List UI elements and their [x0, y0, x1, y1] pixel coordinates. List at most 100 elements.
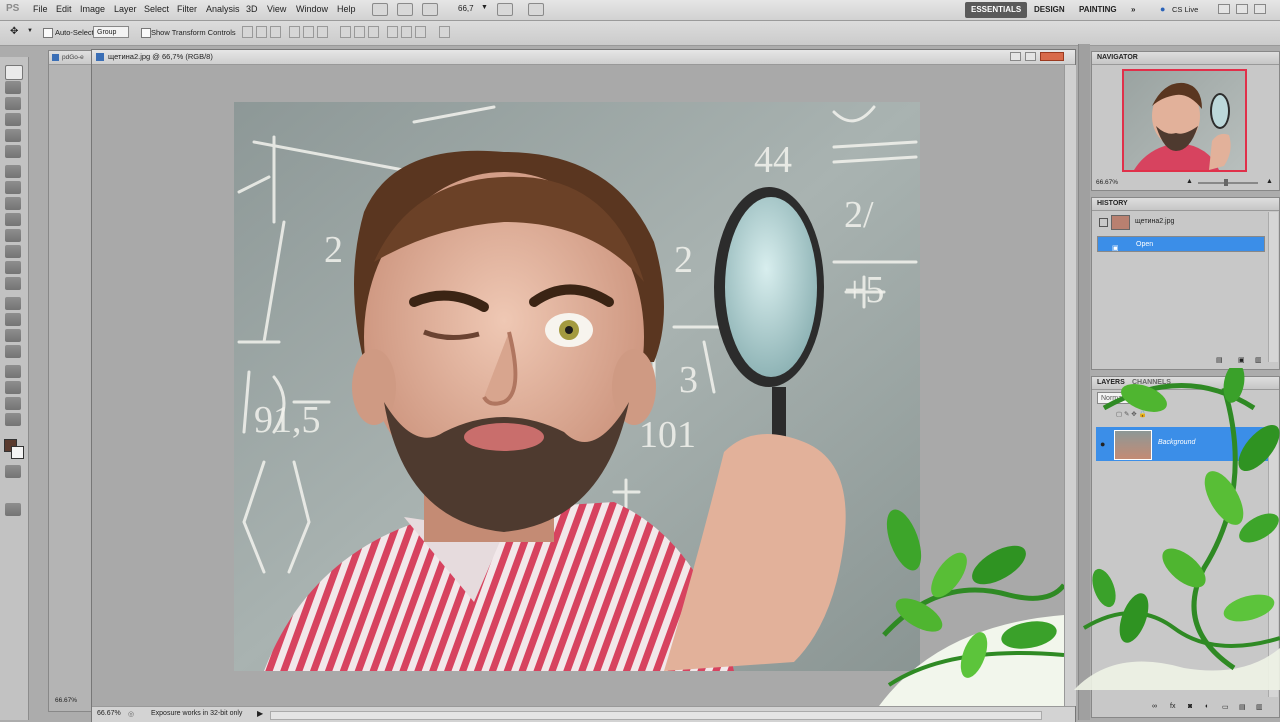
- align-bottom-icon[interactable]: [270, 26, 281, 38]
- history-brush-tool-icon[interactable]: [5, 213, 21, 226]
- distribute-bottom-icon[interactable]: [368, 26, 379, 38]
- zoom-field[interactable]: 66.67%: [97, 710, 121, 717]
- show-transform-checkbox[interactable]: [141, 28, 151, 38]
- menu-filter[interactable]: Filter: [177, 4, 197, 14]
- background-document-tab[interactable]: pdGo-e: [49, 51, 94, 65]
- document-image[interactable]: 44 2/2 3 91,5 101 2 +5: [234, 102, 920, 671]
- eyedropper-tool-icon[interactable]: [5, 145, 21, 158]
- 3d-orbit-tool-icon[interactable]: [5, 381, 21, 394]
- distribute-right-icon[interactable]: [415, 26, 426, 38]
- align-right-icon[interactable]: [317, 26, 328, 38]
- distribute-top-icon[interactable]: [340, 26, 351, 38]
- launch-bridge-icon[interactable]: [372, 3, 388, 16]
- canvas-area[interactable]: 44 2/2 3 91,5 101 2 +5: [92, 65, 1064, 706]
- navigator-panel-header[interactable]: NAVIGATOR: [1092, 52, 1279, 65]
- align-left-icon[interactable]: [289, 26, 300, 38]
- quick-mask-icon[interactable]: [5, 465, 21, 478]
- navigator-zoom-slider[interactable]: [1198, 182, 1258, 184]
- auto-select-checkbox[interactable]: [43, 28, 53, 38]
- history-snapshot-row[interactable]: щетина2.jpg: [1097, 214, 1265, 230]
- menu-analysis[interactable]: Analysis: [206, 4, 240, 14]
- align-top-icon[interactable]: [242, 26, 253, 38]
- workspace-essentials[interactable]: ESSENTIALS: [965, 2, 1028, 18]
- distribute-hcenter-icon[interactable]: [401, 26, 412, 38]
- distribute-vcenter-icon[interactable]: [354, 26, 365, 38]
- hand-tool-icon[interactable]: [5, 397, 21, 410]
- status-menu-arrow-icon[interactable]: ▶: [257, 709, 263, 718]
- close-app-button[interactable]: [1254, 4, 1266, 14]
- tool-preset-dropdown-icon[interactable]: ▼: [27, 28, 33, 34]
- restore-app-button[interactable]: [1236, 4, 1248, 14]
- navigator-thumbnail[interactable]: [1122, 69, 1247, 172]
- path-selection-tool-icon[interactable]: [5, 329, 21, 342]
- crop-tool-icon[interactable]: [5, 129, 21, 142]
- auto-align-icon[interactable]: [439, 26, 450, 38]
- move-tool-icon[interactable]: ✥: [10, 26, 18, 37]
- background-color-swatch[interactable]: [11, 446, 24, 459]
- minimize-app-button[interactable]: [1218, 4, 1230, 14]
- more-workspaces-icon[interactable]: »: [1125, 2, 1141, 18]
- add-mask-icon[interactable]: ◙: [1188, 703, 1192, 710]
- quick-selection-tool-icon[interactable]: [5, 113, 21, 126]
- navigator-zoom-field[interactable]: 66.67%: [1096, 179, 1118, 186]
- cs-live-button[interactable]: CS Live: [1172, 5, 1198, 14]
- new-group-icon[interactable]: ▭: [1222, 703, 1229, 711]
- align-vcenter-icon[interactable]: [256, 26, 267, 38]
- type-tool-icon[interactable]: [5, 313, 21, 326]
- align-hcenter-icon[interactable]: [303, 26, 314, 38]
- mini-bridge-icon[interactable]: [397, 3, 413, 16]
- view-extras-icon[interactable]: [422, 3, 438, 16]
- screen-mode-icon[interactable]: [528, 3, 544, 16]
- workspace-design[interactable]: DESIGN: [1028, 2, 1071, 18]
- layer-style-icon[interactable]: fx: [1170, 703, 1175, 710]
- shape-tool-icon[interactable]: [5, 345, 21, 358]
- screen-mode-icon[interactable]: [5, 503, 21, 516]
- move-tool-icon[interactable]: [5, 65, 23, 80]
- zoom-level-select[interactable]: 66,7: [458, 4, 474, 13]
- menu-help[interactable]: Help: [337, 4, 356, 14]
- restore-document-button[interactable]: [1025, 52, 1036, 61]
- new-document-from-state-icon[interactable]: ▤: [1216, 356, 1223, 364]
- history-state-row[interactable]: ▣ Open: [1097, 236, 1265, 252]
- menu-file[interactable]: File: [33, 4, 48, 14]
- horizontal-scrollbar[interactable]: [270, 711, 1042, 720]
- distribute-left-icon[interactable]: [387, 26, 398, 38]
- document-title-bar[interactable]: щетина2.jpg @ 66,7% (RGB/8): [92, 50, 1075, 65]
- menu-layer[interactable]: Layer: [114, 4, 137, 14]
- minimize-document-button[interactable]: [1010, 52, 1021, 61]
- link-layers-icon[interactable]: ∞: [1152, 703, 1157, 710]
- lasso-tool-icon[interactable]: [5, 97, 21, 110]
- eraser-tool-icon[interactable]: [5, 229, 21, 242]
- zoom-tool-icon[interactable]: [5, 413, 21, 426]
- blur-tool-icon[interactable]: [5, 261, 21, 274]
- new-layer-icon[interactable]: ▤: [1239, 703, 1246, 711]
- workspace-painting[interactable]: PAINTING: [1073, 2, 1123, 18]
- marquee-tool-icon[interactable]: [5, 81, 21, 94]
- new-snapshot-icon[interactable]: ▣: [1238, 356, 1245, 364]
- gradient-tool-icon[interactable]: [5, 245, 21, 258]
- menu-image[interactable]: Image: [80, 4, 105, 14]
- history-panel-header[interactable]: HISTORY: [1092, 198, 1279, 211]
- menu-select[interactable]: Select: [144, 4, 169, 14]
- adjustment-layer-icon[interactable]: ◐: [1205, 703, 1209, 710]
- history-scrollbar[interactable]: [1268, 212, 1278, 362]
- pen-tool-icon[interactable]: [5, 297, 21, 310]
- healing-brush-tool-icon[interactable]: [5, 165, 21, 178]
- menu-3d[interactable]: 3D: [246, 4, 258, 14]
- delete-layer-icon[interactable]: ▥: [1256, 703, 1263, 711]
- zoom-out-icon[interactable]: ▲: [1186, 178, 1193, 185]
- close-document-button[interactable]: [1040, 52, 1064, 61]
- auto-select-dropdown[interactable]: Group: [93, 26, 129, 38]
- navigator-zoom-slider-thumb[interactable]: [1224, 179, 1228, 186]
- dodge-tool-icon[interactable]: [5, 277, 21, 290]
- menu-view[interactable]: View: [267, 4, 286, 14]
- arrange-documents-icon[interactable]: [497, 3, 513, 16]
- menu-window[interactable]: Window: [296, 4, 328, 14]
- menu-edit[interactable]: Edit: [56, 4, 72, 14]
- clone-stamp-tool-icon[interactable]: [5, 197, 21, 210]
- history-brush-source-icon[interactable]: [1099, 218, 1108, 227]
- delete-state-icon[interactable]: ▥: [1255, 356, 1262, 364]
- zoom-in-icon[interactable]: ▲: [1266, 178, 1273, 185]
- 3d-rotate-tool-icon[interactable]: [5, 365, 21, 378]
- brush-tool-icon[interactable]: [5, 181, 21, 194]
